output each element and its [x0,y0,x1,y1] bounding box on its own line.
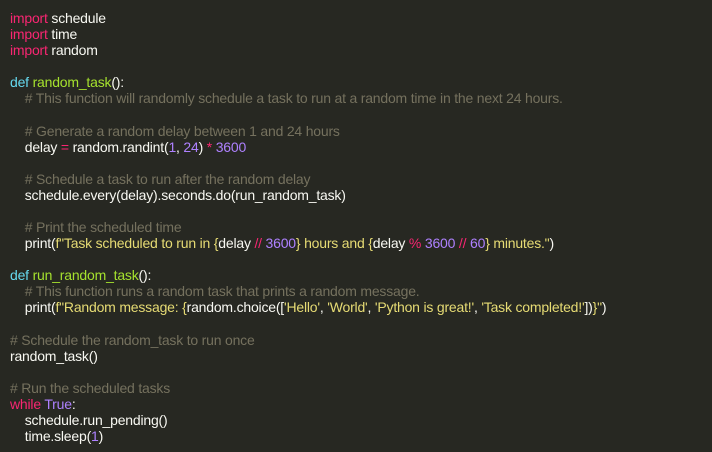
code-line[interactable]: schedule.run_pending() [0,412,712,428]
code-token: 1 [168,138,177,155]
code-token: delay [10,138,61,155]
code-line[interactable] [0,251,712,267]
code-token: True [44,395,72,412]
code-token: schedule [47,10,106,26]
code-token: 'World' [327,299,368,316]
code-token: ) [198,138,207,155]
code-token: // [254,235,262,252]
code-token: random_task() [10,347,98,364]
code-token: 60 [470,235,486,252]
code-editor[interactable]: import schedule import time import random … [0,0,712,452]
code-token: = [60,138,69,155]
code-token: while [10,395,41,412]
code-token: ) [549,235,554,252]
code-line[interactable] [0,155,712,171]
code-line[interactable]: # Schedule a task to run after the rando… [0,171,712,187]
code-token: ) [601,299,607,316]
code-line[interactable] [0,364,712,380]
code-token: 'Python is great!' [374,299,474,316]
code-line[interactable]: # Run the scheduled tasks [0,380,712,396]
code-token: # Run the scheduled tasks [10,379,170,396]
code-token: (): [111,74,124,91]
code-line[interactable]: print(f"Random message: {random.choice([… [0,299,712,315]
code-token: # Generate a random delay between 1 and … [24,122,340,139]
code-line[interactable]: print(f"Task scheduled to run in {delay … [0,235,712,251]
code-line[interactable]: def run_random_task(): [0,267,712,283]
code-line[interactable]: # This function will randomly schedule a… [0,90,712,106]
code-line[interactable]: time.sleep(1) [0,428,712,444]
code-token: random.randint( [68,138,169,155]
code-token: f"Random message: [55,299,183,316]
code-token: random_task [32,74,112,91]
code-line[interactable]: random_task() [0,348,712,364]
code-line[interactable]: import random [0,42,712,58]
code-token: 1 [91,428,99,445]
code-token: def [10,74,29,91]
code-token: print( [10,235,56,252]
code-token: time [47,26,78,43]
code-line[interactable] [0,203,712,219]
code-token: schedule.run_pending() [10,411,168,428]
code-token: }" [592,299,602,316]
code-line[interactable] [0,315,712,331]
code-line[interactable]: import schedule [0,10,712,26]
code-token: hours and [300,235,369,252]
code-token: 'Hello' [284,299,320,316]
code-token: ) [98,428,104,445]
code-token: (): [138,267,152,284]
code-line[interactable]: # Print the scheduled time [0,219,712,235]
code-token: delay [218,235,255,252]
code-token: import [10,26,48,43]
code-line[interactable]: # Generate a random delay between 1 and … [0,123,712,139]
code-line[interactable] [0,58,712,74]
code-line[interactable]: delay = random.randint(1, 24) * 3600 [0,139,712,155]
code-token: : [71,395,76,412]
code-token: minutes." [489,235,550,252]
code-token: # Schedule a task to run after the rando… [24,170,311,187]
code-token: ]) [584,299,593,316]
code-token: 3600 [265,235,297,252]
code-token: # Print the scheduled time [24,219,182,236]
code-token: # This function will randomly schedule a… [24,90,563,107]
code-line[interactable]: # Schedule the random_task to run once [0,332,712,348]
code-token: random.choice([ [186,299,285,316]
code-token: def [10,267,29,284]
code-token: 3600 [424,235,456,252]
code-token: schedule.every(delay).seconds.do(run_ran… [10,186,346,203]
code-token: 'Task completed!' [481,299,585,316]
code-line[interactable]: import time [0,26,712,42]
code-token: random [47,42,98,59]
code-token: 3600 [215,138,247,155]
code-token: f"Task scheduled to run in [55,235,214,252]
code-line[interactable]: while True: [0,396,712,412]
code-token: time.sleep( [10,428,92,445]
code-token: % [408,235,422,252]
code-token: print( [10,299,56,316]
code-token: # Schedule the random_task to run once [10,331,255,348]
code-line[interactable]: schedule.every(delay).seconds.do(run_ran… [0,187,712,203]
code-line[interactable]: def random_task(): [0,74,712,90]
code-token: delay [372,235,409,252]
code-token: 24 [183,138,199,155]
code-token: import [10,10,48,26]
code-token: run_random_task [32,267,139,284]
code-token: , [367,299,375,316]
code-line[interactable] [0,106,712,122]
code-token: # This function runs a random task that … [24,283,420,300]
code-token: import [10,42,48,59]
code-line[interactable]: # This function runs a random task that … [0,283,712,299]
